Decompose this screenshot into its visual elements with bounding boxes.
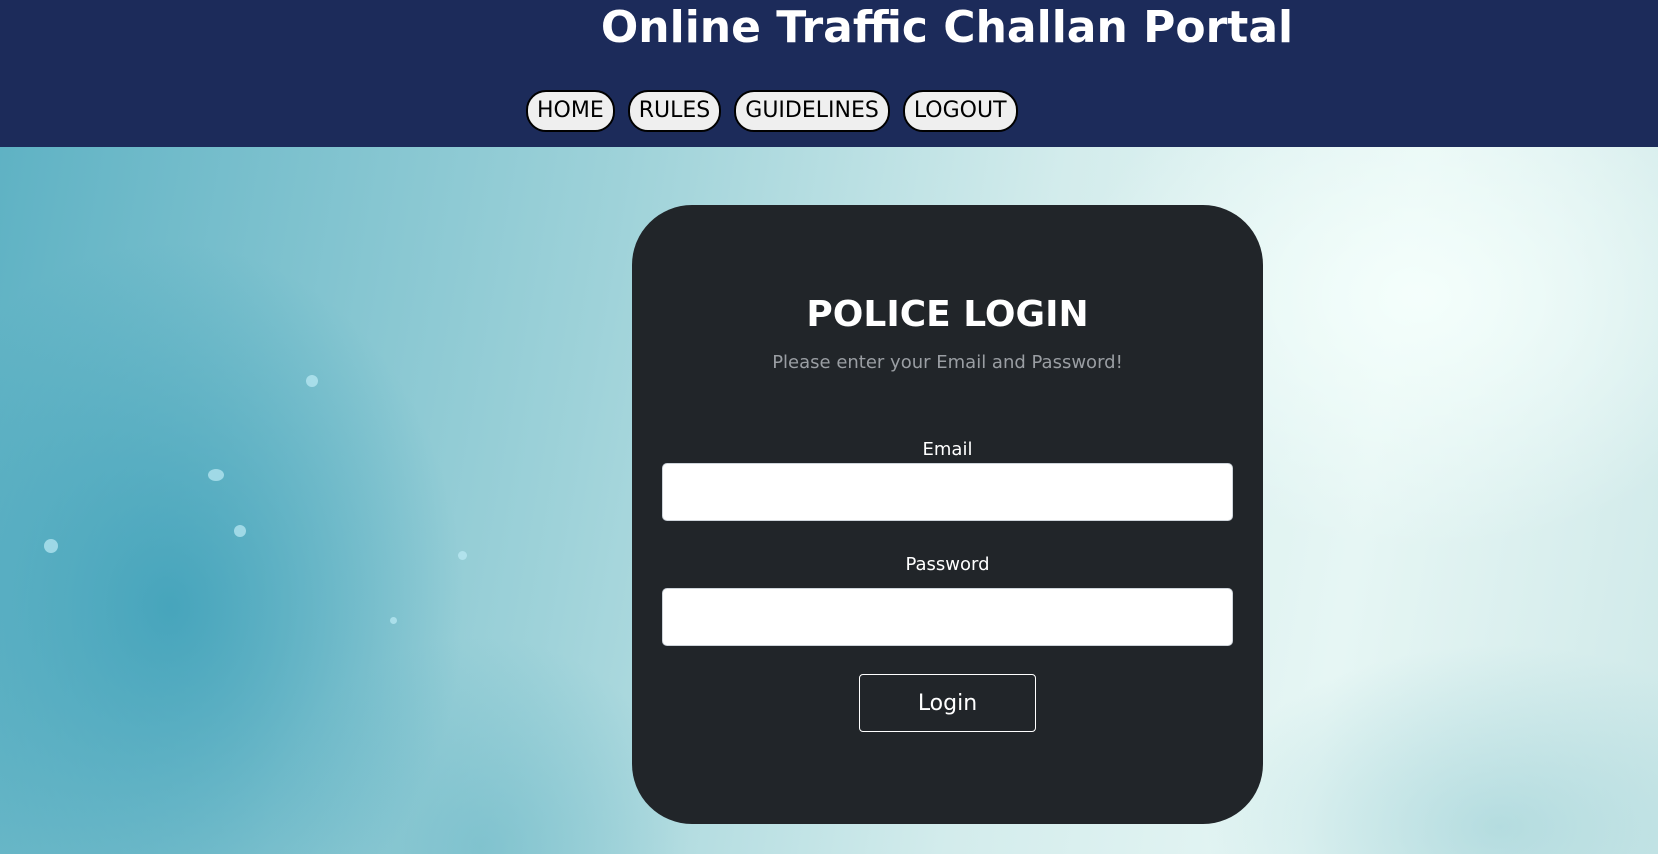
main-nav: HOME RULES GUIDELINES LOGOUT [526,90,1018,132]
email-field[interactable] [662,463,1233,521]
background-speck [458,551,467,560]
password-field[interactable] [662,588,1233,646]
login-page: Online Traffic Challan Portal HOME RULES… [0,0,1658,854]
login-subtitle: Please enter your Email and Password! [772,352,1123,373]
nav-rules-button[interactable]: RULES [627,90,722,132]
password-label: Password [905,554,990,575]
background-speck [234,525,246,537]
background-speck [390,617,397,624]
nav-logout-button[interactable]: LOGOUT [902,90,1018,132]
login-card: POLICE LOGIN Please enter your Email and… [632,205,1263,824]
background-speck [208,469,224,481]
login-button[interactable]: Login [859,674,1036,732]
site-header: Online Traffic Challan Portal HOME RULES… [0,0,1658,147]
nav-home-button[interactable]: HOME [526,90,615,132]
login-title: POLICE LOGIN [806,294,1089,335]
nav-guidelines-button[interactable]: GUIDELINES [734,90,890,132]
email-label: Email [922,439,973,460]
site-title: Online Traffic Challan Portal [600,2,1294,53]
background-speck [44,539,58,553]
background-speck [306,375,318,387]
